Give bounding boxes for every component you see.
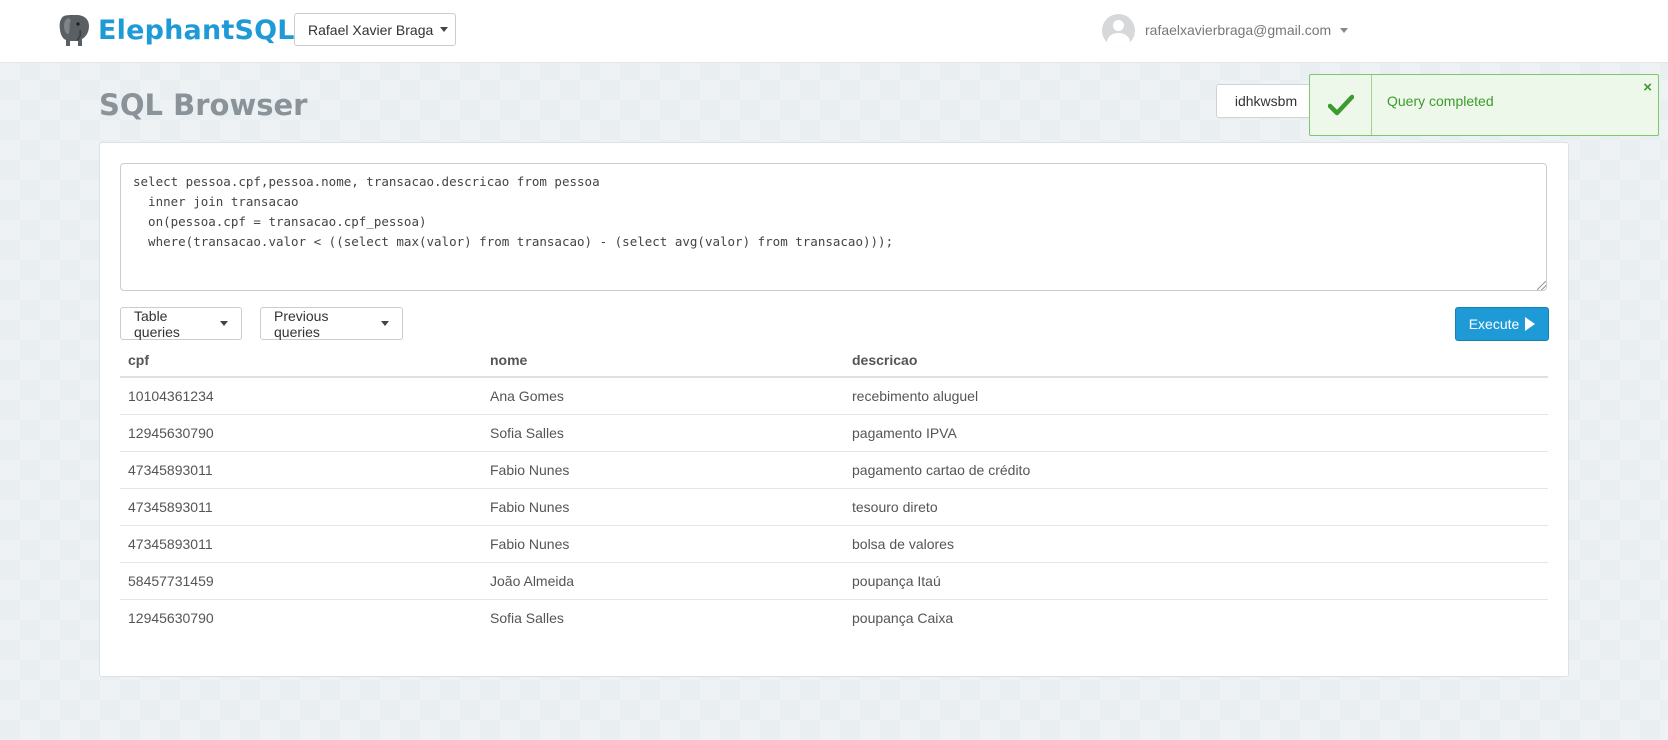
execute-button[interactable]: Execute xyxy=(1455,307,1549,341)
caret-down-icon xyxy=(220,321,228,326)
cell-cpf: 47345893011 xyxy=(120,488,482,526)
table-header-row: cpf nome descricao xyxy=(120,343,1548,378)
team-selector-label: Rafael Xavier Braga xyxy=(308,21,434,38)
elephant-logo-icon xyxy=(59,15,89,46)
cell-cpf: 47345893011 xyxy=(120,525,482,563)
cell-nome: Ana Gomes xyxy=(482,377,844,415)
column-header[interactable]: nome xyxy=(482,343,844,378)
table-row: 58457731459 João Almeida poupança Itaú xyxy=(120,562,1548,600)
success-toast: Query completed × xyxy=(1309,74,1659,136)
cell-descricao: recebimento aluguel xyxy=(844,377,1548,415)
cell-descricao: poupança Itaú xyxy=(844,562,1548,600)
table-row: 10104361234 Ana Gomes recebimento alugue… xyxy=(120,377,1548,415)
cell-descricao: tesouro direto xyxy=(844,488,1548,526)
toast-icon-box xyxy=(1310,75,1372,135)
user-menu[interactable]: rafaelxavierbraga@gmail.com xyxy=(1102,13,1349,47)
caret-down-icon xyxy=(440,27,449,32)
column-header[interactable]: cpf xyxy=(120,343,482,378)
cell-descricao: poupança Caixa xyxy=(852,609,954,626)
cell-cpf: 12945630790 xyxy=(120,414,482,452)
previous-queries-dropdown[interactable]: Previous queries xyxy=(260,307,403,340)
table-queries-dropdown[interactable]: Table queries xyxy=(120,307,242,340)
table-row: 47345893011 Fabio Nunes pagamento cartao… xyxy=(120,451,1548,489)
cell-nome: Fabio Nunes xyxy=(482,525,844,563)
cell-nome: Fabio Nunes xyxy=(482,451,844,489)
table-row: 47345893011 Fabio Nunes tesouro direto xyxy=(120,488,1548,526)
resize-handle[interactable] xyxy=(1537,281,1546,290)
cell-cpf: 47345893011 xyxy=(120,451,482,489)
execute-label: Execute xyxy=(1468,316,1520,332)
sql-query-editor[interactable]: select pessoa.cpf,pessoa.nome, transacao… xyxy=(120,163,1547,291)
cell-descricao: pagamento IPVA xyxy=(844,414,1548,452)
cell-nome: Fabio Nunes xyxy=(482,488,844,526)
table-queries-label: Table queries xyxy=(134,307,180,340)
sql-browser-panel: select pessoa.cpf,pessoa.nome, transacao… xyxy=(99,142,1569,677)
avatar xyxy=(1102,13,1135,47)
top-navbar: ElephantSQL Rafael Xavier Braga rafaelxa… xyxy=(0,0,1668,63)
table-row: 12945630790 Sofia Salles pagamento IPVA xyxy=(120,414,1548,452)
checkmark-icon xyxy=(1327,94,1354,116)
results-table: cpf nome descricao 10104361234 Ana Gomes… xyxy=(120,343,1548,636)
cell-nome: Sofia Salles xyxy=(490,609,564,626)
cell-cpf: 10104361234 xyxy=(120,377,482,415)
team-selector-dropdown[interactable]: Rafael Xavier Braga xyxy=(294,13,456,46)
table-row: 12945630790 Sofia Salles poupança Caixa xyxy=(120,599,1548,636)
cell-cpf: 58457731459 xyxy=(120,562,482,600)
user-email: rafaelxavierbraga@gmail.com xyxy=(1145,22,1332,38)
caret-down-icon xyxy=(381,321,389,326)
column-header[interactable]: descricao xyxy=(844,343,1548,378)
cell-cpf: 12945630790 xyxy=(128,609,214,626)
caret-down-icon xyxy=(1340,27,1349,33)
toast-message: Query completed xyxy=(1387,93,1494,109)
brand-name: ElephantSQL xyxy=(98,14,295,46)
play-icon xyxy=(1525,317,1536,331)
page-title: SQL Browser xyxy=(99,88,308,122)
previous-queries-label: Previous queries xyxy=(274,307,329,340)
cell-nome: Sofia Salles xyxy=(482,414,844,452)
database-selector[interactable]: idhkwsbm xyxy=(1216,84,1316,118)
table-row: 47345893011 Fabio Nunes bolsa de valores xyxy=(120,525,1548,563)
brand-logo[interactable]: ElephantSQL xyxy=(58,12,295,48)
cell-descricao: pagamento cartao de crédito xyxy=(844,451,1548,489)
cell-descricao: bolsa de valores xyxy=(844,525,1548,563)
cell-nome: João Almeida xyxy=(482,562,844,600)
close-icon[interactable]: × xyxy=(1643,79,1652,96)
